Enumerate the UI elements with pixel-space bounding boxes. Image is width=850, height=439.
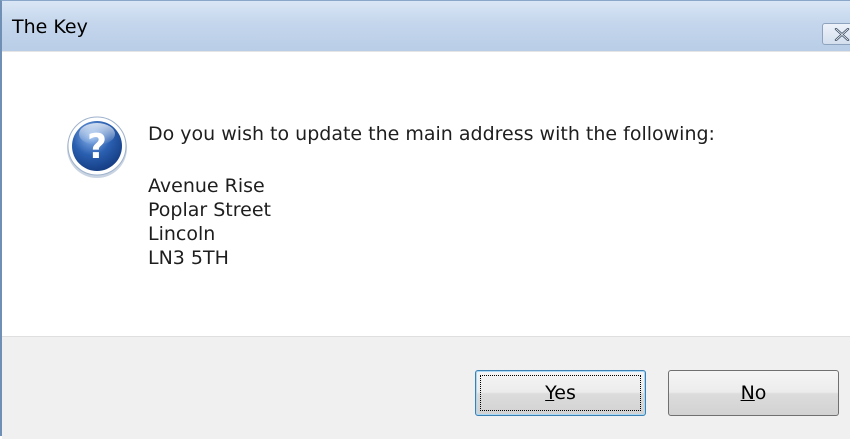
dialog-body: ? Do you wish to update the main address… — [2, 51, 850, 439]
address-line: Poplar Street — [148, 199, 271, 221]
address-line: LN3 5TH — [148, 247, 229, 269]
question-icon: ? — [62, 110, 132, 180]
no-button[interactable]: No — [668, 370, 839, 416]
close-icon — [834, 28, 850, 41]
no-button-label: No — [740, 382, 767, 404]
dialog-message: Do you wish to update the main address w… — [148, 123, 715, 145]
dialog-window: The Key ? Do you wish to update the main… — [0, 0, 850, 439]
button-bar: Yes No — [2, 336, 850, 439]
title-bar[interactable]: The Key — [2, 1, 850, 51]
close-button[interactable] — [822, 23, 850, 45]
window-title: The Key — [12, 16, 88, 38]
yes-button[interactable]: Yes — [475, 370, 646, 416]
yes-button-label: Yes — [545, 382, 576, 404]
svg-text:?: ? — [87, 127, 107, 167]
address-line: Lincoln — [148, 223, 216, 245]
address-line: Avenue Rise — [148, 175, 265, 197]
address-block: Avenue Rise Poplar Street Lincoln LN3 5T… — [148, 174, 271, 270]
